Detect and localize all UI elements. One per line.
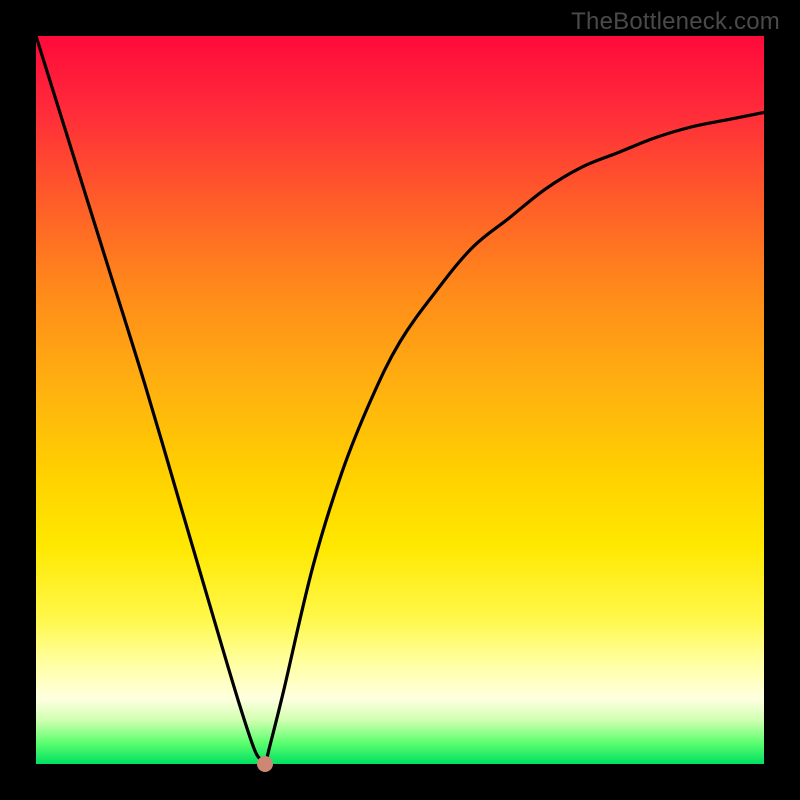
- curve-layer: [36, 36, 764, 764]
- optimum-marker: [257, 756, 273, 772]
- chart-frame: TheBottleneck.com: [0, 0, 800, 800]
- bottleneck-curve: [36, 36, 764, 764]
- plot-area: [36, 36, 764, 764]
- attribution-text: TheBottleneck.com: [571, 8, 780, 36]
